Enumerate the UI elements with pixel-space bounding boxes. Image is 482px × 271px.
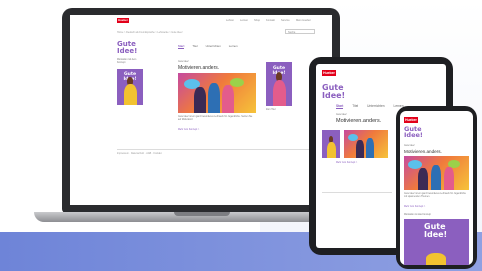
section-kicker: Gute Idee! [178,61,189,63]
phone-screen: Hueber Gute Idee! Gute Idee! Motivieren.… [400,111,473,265]
section-tabs: Start Titel Unterrichten Lernen [336,104,403,109]
site-logo[interactable]: Hueber [404,117,418,123]
nav-item[interactable]: Kontakt [266,19,275,22]
cover-figure [272,80,286,106]
student-figure [208,83,220,113]
gute-idee-logo[interactable]: Gute Idee! [322,84,345,99]
student-figure [356,140,364,158]
nav-item[interactable]: Shop [254,19,260,22]
speech-bubble [348,134,358,141]
device-mockup-scene: Hueber Lehren Lernen Shop Kontakt Servic… [0,0,482,271]
gute-idee-logo[interactable]: Gute Idee! [117,41,137,54]
nav-item[interactable]: Mein Hueber [296,19,311,22]
gute-idee-logo[interactable]: Gute Idee! [404,126,423,140]
book-cover[interactable] [322,130,340,158]
book-cover-banner[interactable]: Gute Idee! [404,219,469,265]
section-tabs: Start Titel Unterrichten Lernen [178,44,238,49]
student-figure [418,168,428,190]
speech-bubble [230,78,244,87]
more-link[interactable]: Mehr zum Konzept > [178,129,199,131]
logo-line: Idee! [322,90,346,100]
body-text: Gute Idee! ist ein ganz besonderes Lehrw… [404,193,466,198]
cover-figure [426,253,446,265]
nav-item[interactable]: Service [281,19,290,22]
logo-line: Idee! [117,46,138,55]
logo-line: Idee! [404,131,423,140]
site-logo[interactable]: Hueber [322,70,336,76]
tab-unterrichten[interactable]: Unterrichten [367,104,384,109]
logo-line: Idee! [424,229,448,239]
book-cover-sidebar[interactable]: GuteIdee! [117,69,143,105]
more-link[interactable]: Mehr zum Konzept > [336,162,357,164]
section-kicker: Gute Idee! [404,145,415,147]
section-title: Motivieren.anders. [336,118,382,124]
laptop-screen: Hueber Lehren Lernen Shop Kontakt Servic… [70,15,332,205]
book-cover-right[interactable]: GuteIdee! [266,62,292,106]
section-title: Motivieren.anders. [178,65,220,71]
tab-start[interactable]: Start [178,44,185,49]
body-text: Gute Idee! ist ein ganz besonderes Lehrw… [178,116,253,121]
nav-item[interactable]: Lehren [226,19,234,22]
search-input[interactable]: Suche [285,29,315,34]
laptop-notch [174,212,230,216]
student-figure [194,87,206,113]
student-figure [222,85,234,113]
hero-image [404,156,469,190]
hero-image [344,130,388,158]
more-link[interactable]: Mehr zum Konzept > [404,206,425,208]
footer-divider [117,149,315,150]
cover-figure [326,141,336,158]
tab-lernen[interactable]: Lernen [229,44,238,49]
breadcrumb[interactable]: Home > Deutsch als Fremdsprache > Lehrwe… [117,31,182,34]
cover-title: Gute Idee! [424,223,447,238]
tab-start[interactable]: Start [336,104,344,109]
tab-titel[interactable]: Titel [352,104,358,109]
hero-image [178,73,256,113]
student-figure [431,165,441,190]
student-figure [444,167,454,190]
site-logo[interactable]: Hueber [117,18,129,23]
footer-divider [322,192,392,193]
side-caption[interactable]: Zum Titel [266,109,275,112]
tab-titel[interactable]: Titel [192,44,197,49]
tab-unterrichten[interactable]: Unterrichten [206,44,221,49]
cover-figure [123,84,137,105]
side-text: Motivation mit dem Konzept [117,59,137,64]
section-kicker: Gute Idee! [336,114,347,116]
search-placeholder: Suche [288,31,296,34]
footer-links[interactable]: Impressum · Datenschutz · AGB · Kontakt [117,152,162,155]
student-figure [366,138,374,158]
section-title: Motivieren.anders. [404,149,442,154]
nav-item[interactable]: Lernen [240,19,248,22]
bottom-label: Motivation ist das Konzept [404,214,431,216]
